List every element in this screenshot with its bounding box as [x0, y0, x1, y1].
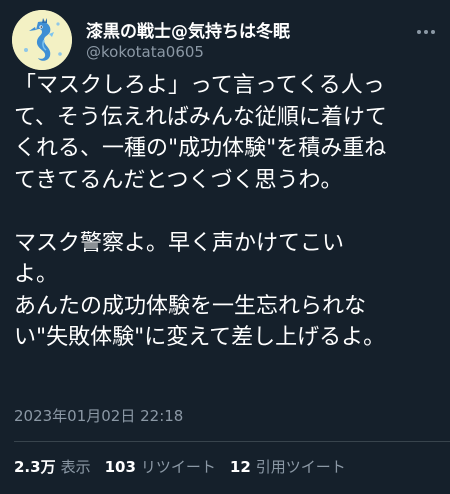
avatar[interactable]	[12, 10, 72, 70]
tweet-line: い"失敗体験"に変えて差し上げるよ。	[14, 325, 386, 350]
tweet-header: 漆黒の戦士@気持ちは冬眠 @kokotata0605	[12, 8, 438, 70]
tweet-stats: 2.3万 表示 103 リツイート 12 引用ツイート	[14, 456, 360, 477]
views-stat: 2.3万 表示	[14, 456, 91, 477]
views-label: 表示	[60, 458, 91, 476]
more-dot	[417, 30, 421, 34]
tweet-line: よ。	[14, 262, 59, 287]
tweet-line: マスク警察よ。早く声かけてこい	[14, 230, 345, 256]
retweets-stat[interactable]: 103 リツイート	[105, 456, 216, 477]
more-dot	[424, 30, 428, 34]
tweet-text: 「マスクしろよ」って言ってくる人っ て、そう伝えればみんな従順に着けて くれる、…	[14, 70, 444, 354]
views-count: 2.3万	[14, 458, 56, 476]
tweet-line: 「マスクしろよ」って言ってくる人っ	[14, 73, 385, 98]
quotes-count: 12	[229, 458, 251, 476]
divider	[14, 441, 450, 442]
tweet-line: てきてるんだとつくづく思うわ。	[14, 167, 343, 193]
tweet-line: て、そう伝えればみんな従順に着けて	[14, 104, 387, 130]
display-name[interactable]: 漆黒の戦士@気持ちは冬眠	[86, 17, 290, 42]
tweet-line: あんたの成功体験を一生忘れられな	[14, 293, 367, 319]
tweet-line: くれる、一種の"成功体験"を積み重ね	[14, 136, 387, 161]
seahorse-avatar-icon	[12, 10, 72, 70]
tweet-timestamp[interactable]: 2023年01月02日 22:18	[14, 405, 183, 426]
more-options-icon[interactable]	[414, 22, 438, 42]
quotes-label: 引用ツイート	[255, 458, 346, 476]
user-handle[interactable]: @kokotata0605	[86, 43, 204, 61]
retweets-label: リツイート	[140, 458, 216, 476]
more-dot	[431, 30, 435, 34]
retweets-count: 103	[104, 458, 136, 476]
quotes-stat[interactable]: 12 引用ツイート	[230, 456, 346, 477]
tweet-card: 漆黒の戦士@気持ちは冬眠 @kokotata0605 「マスクしろよ」って言って…	[0, 0, 450, 494]
